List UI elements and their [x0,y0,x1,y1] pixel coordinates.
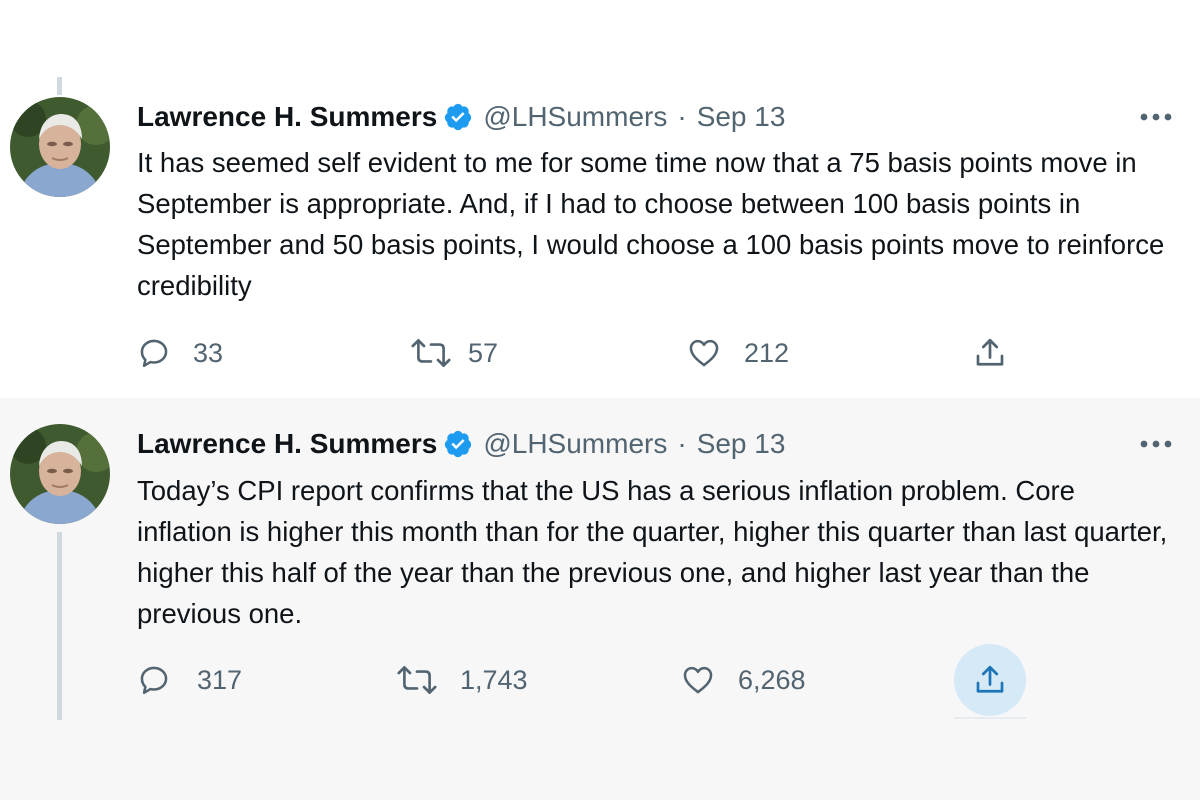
avatar-image [10,97,110,197]
retweet-button[interactable]: 1,743 [396,650,528,710]
reply-button[interactable]: 317 [137,650,242,710]
heart-icon [683,666,713,694]
tweet-header: Lawrence H. Summers @LHSummers · Sep 13 [137,97,785,137]
reply-icon [140,666,168,695]
thread-line-top [57,77,62,95]
tweet-actions: 33 57 212 [0,323,1200,383]
retweet-count: 57 [468,337,499,368]
tweet-date[interactable]: Sep 13 [697,101,786,133]
share-icon [976,665,1004,693]
tweet-1[interactable]: Lawrence H. Summers @LHSummers · Sep 13 … [0,0,1200,398]
share-underline [954,717,1026,719]
reply-icon [140,339,168,368]
tweet-text: Today’s CPI report confirms that the US … [137,475,1168,629]
share-button[interactable] [972,323,1008,383]
avatar[interactable] [10,424,110,524]
retweet-count: 1,743 [460,664,528,695]
reply-button[interactable]: 33 [137,323,223,383]
heart-icon [689,339,719,367]
share-button[interactable] [972,650,1008,710]
reply-count: 317 [197,664,243,695]
like-button[interactable]: 6,268 [680,650,806,710]
retweet-icon [397,666,437,694]
verified-badge-icon [443,429,473,459]
author-handle[interactable]: @LHSummers [483,428,667,460]
avatar-image [10,424,110,524]
tweet-actions: 317 1,743 6,268 [0,644,1200,719]
share-icon [976,338,1004,366]
tweet-2[interactable]: Lawrence H. Summers @LHSummers · Sep 13 … [0,398,1200,800]
tweet-text: It has seemed self evident to me for som… [137,147,1165,301]
retweet-icon [411,339,451,367]
author-name[interactable]: Lawrence H. Summers [137,101,437,133]
avatar[interactable] [10,97,110,197]
more-icon[interactable] [1132,97,1180,137]
like-count: 6,268 [738,664,806,695]
like-count: 212 [744,337,790,368]
meta-separator: · [677,101,687,132]
tweet-date[interactable]: Sep 13 [697,428,786,460]
author-name[interactable]: Lawrence H. Summers [137,428,437,460]
more-icon[interactable] [1132,424,1180,464]
verified-badge-icon [443,102,473,132]
like-button[interactable]: 212 [686,323,789,383]
reply-count: 33 [193,337,224,368]
meta-separator: · [677,428,687,459]
author-handle[interactable]: @LHSummers [483,101,667,133]
tweet-header: Lawrence H. Summers @LHSummers · Sep 13 [137,424,785,464]
retweet-button[interactable]: 57 [410,323,498,383]
